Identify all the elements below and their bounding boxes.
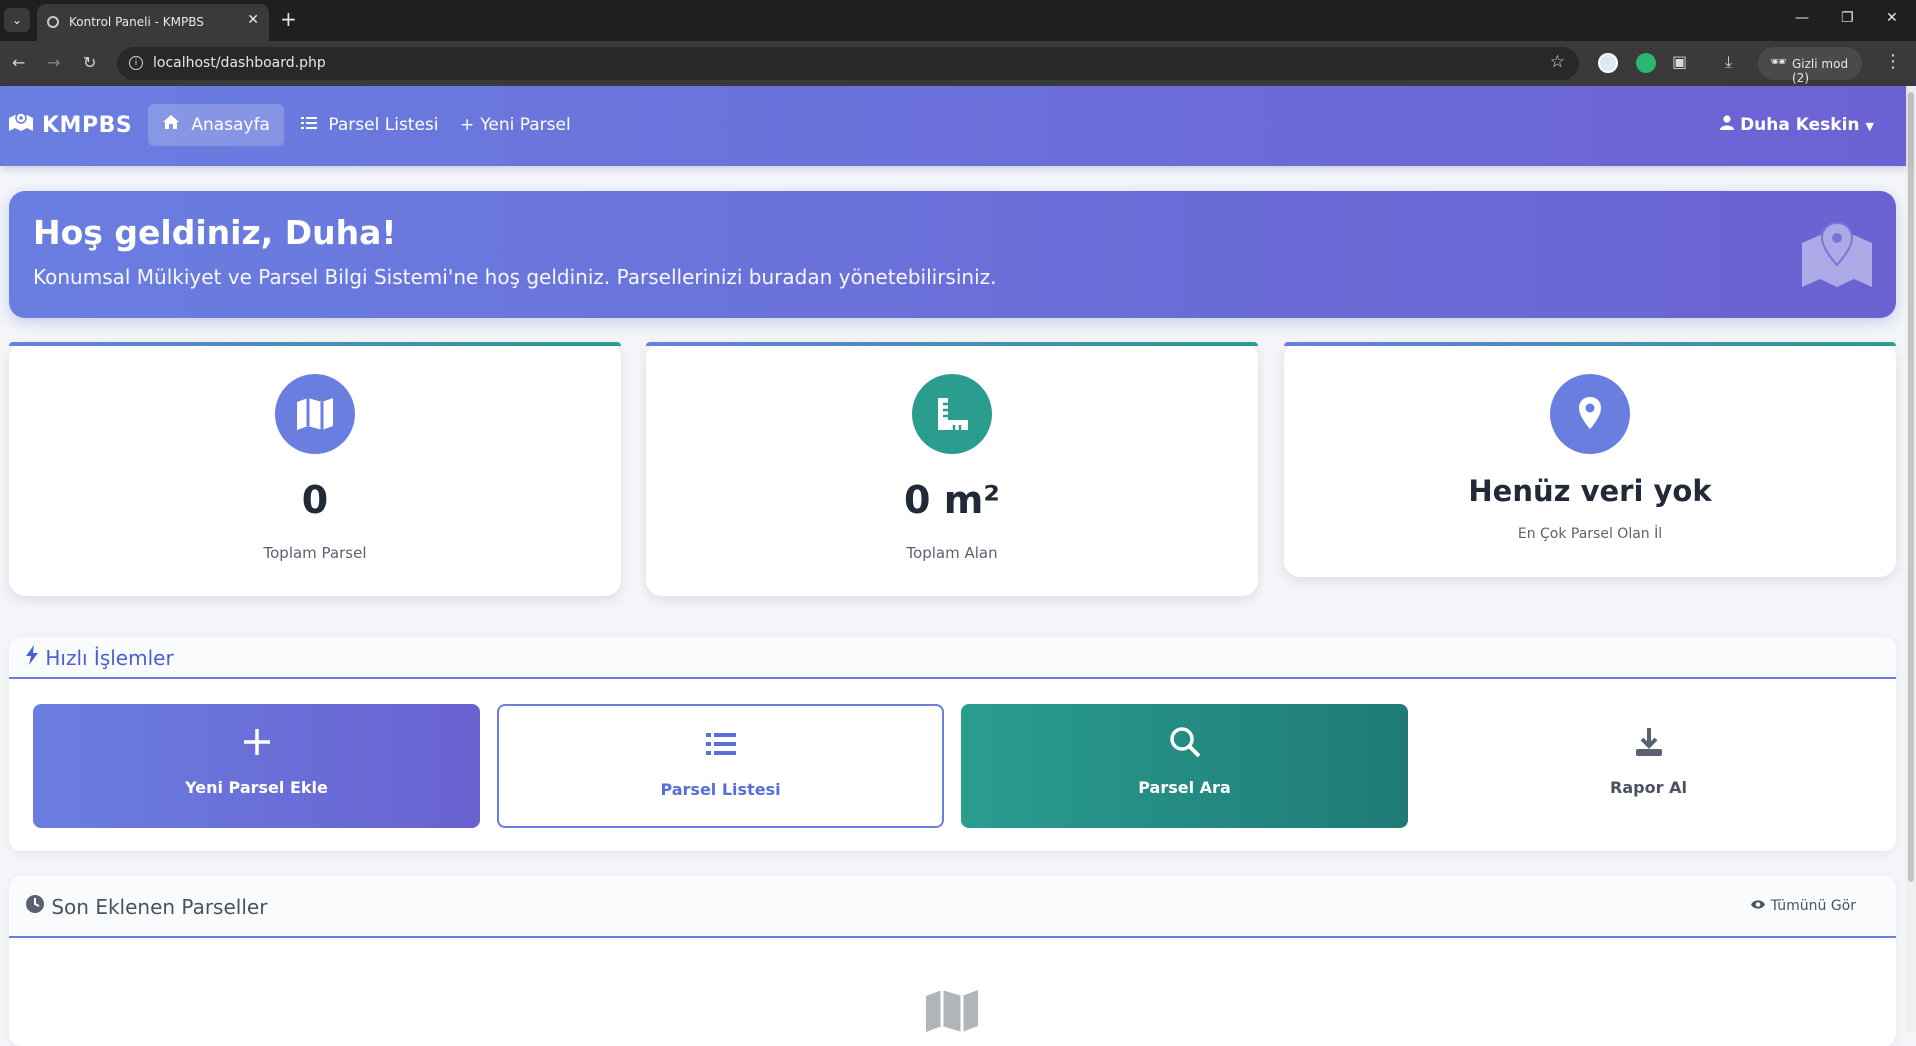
tab-title: Kontrol Paneli - KMPBS	[69, 15, 204, 29]
user-menu[interactable]: Duha Keskin ▼	[1720, 104, 1874, 146]
nav-new-parcel[interactable]: + Yeni Parsel	[446, 104, 585, 146]
bolt-icon	[25, 645, 45, 670]
parcel-list-button[interactable]: Parsel Listesi	[497, 704, 944, 828]
stat-icon-circle	[912, 374, 992, 454]
stat-card-top-province: Henüz veri yok En Çok Parsel Olan İl	[1284, 342, 1896, 577]
recent-parcels-panel: Son Eklenen Parseller Tümünü Gör	[9, 876, 1896, 1046]
report-button[interactable]: Rapor Al	[1425, 704, 1872, 828]
reload-icon[interactable]: ↻	[83, 53, 96, 72]
welcome-banner: Hoş geldiniz, Duha! Konumsal Mülkiyet ve…	[9, 191, 1896, 318]
add-parcel-button[interactable]: Yeni Parsel Ekle	[33, 704, 480, 828]
map-icon	[297, 398, 333, 430]
eye-icon	[1750, 898, 1770, 914]
see-all-link[interactable]: Tümünü Gör	[1750, 898, 1856, 914]
recent-parcels-header: Son Eklenen Parseller Tümünü Gör	[9, 876, 1896, 938]
minimize-icon[interactable]: —	[1795, 10, 1809, 26]
scrollbar-thumb[interactable]	[1908, 92, 1914, 882]
stat-label: Toplam Parsel	[263, 544, 367, 562]
stat-icon-circle	[275, 374, 355, 454]
nav-home-label: Anasayfa	[191, 115, 270, 135]
empty-map-icon	[924, 988, 980, 1038]
clock-icon	[25, 895, 51, 919]
download-icon[interactable]: ⤓	[1725, 52, 1732, 72]
user-icon	[1720, 115, 1740, 135]
location-pin-icon	[1579, 397, 1601, 429]
stat-value: Henüz veri yok	[1468, 474, 1712, 508]
bookmark-star-icon[interactable]: ☆	[1550, 52, 1565, 72]
search-parcel-label: Parsel Ara	[1138, 778, 1231, 797]
address-url[interactable]: localhost/dashboard.php	[153, 55, 326, 71]
welcome-title: Hoş geldiniz, Duha!	[33, 213, 397, 252]
home-icon	[162, 115, 185, 135]
download-icon	[1635, 728, 1662, 756]
stat-label: En Çok Parsel Olan İl	[1517, 526, 1663, 542]
restore-icon[interactable]: ❐	[1841, 10, 1854, 26]
plus-icon	[243, 729, 270, 755]
recent-parcels-title-text: Son Eklenen Parseller	[51, 895, 268, 919]
extension-translate-icon[interactable]	[1598, 53, 1618, 73]
site-info-icon[interactable]: i	[129, 56, 143, 70]
see-all-label: Tümünü Gör	[1770, 898, 1856, 914]
nav-new-parcel-label: Yeni Parsel	[480, 115, 571, 135]
brand-logo[interactable]: KMPBS	[8, 112, 132, 138]
incognito-badge[interactable]: 🕶 Gizli mod (2)	[1758, 47, 1862, 85]
extension-cursor-icon[interactable]	[1636, 53, 1656, 73]
parcel-list-label: Parsel Listesi	[660, 780, 781, 799]
window-close-icon[interactable]: ✕	[1886, 10, 1898, 26]
map-location-icon	[1800, 221, 1874, 289]
browser-toolbar: ← → ↻ i localhost/dashboard.php ☆ ▣ ⤓ 🕶 …	[0, 41, 1916, 86]
ruler-icon	[938, 398, 968, 430]
browser-menu-icon[interactable]: ⋮	[1884, 51, 1902, 72]
stat-label: Toplam Alan	[906, 544, 998, 562]
quick-actions-title: Hızlı İşlemler	[25, 645, 174, 670]
incognito-icon: 🕶	[1770, 55, 1787, 70]
browser-tab[interactable]: Kontrol Paneli - KMPBS ✕	[37, 4, 269, 41]
plus-icon: +	[460, 115, 475, 135]
quick-actions-header: Hızlı İşlemler	[9, 637, 1896, 679]
browser-tabstrip: ⌄ Kontrol Paneli - KMPBS ✕ + — ❐ ✕	[0, 0, 1916, 41]
search-parcel-button[interactable]: Parsel Ara	[961, 704, 1408, 828]
tab-list-chevron-icon[interactable]: ⌄	[4, 8, 30, 32]
forward-arrow-icon[interactable]: →	[47, 53, 60, 72]
chevron-down-icon: ▼	[1865, 120, 1874, 133]
stat-card-total-area: 0 m² Toplam Alan	[646, 342, 1258, 596]
page-scrollbar[interactable]	[1906, 86, 1916, 1032]
nav-parcel-list[interactable]: Parsel Listesi	[287, 104, 453, 146]
stat-value: 0	[301, 478, 329, 522]
extensions-puzzle-icon[interactable]: ▣	[1672, 52, 1687, 71]
quick-actions-panel: Hızlı İşlemler Yeni Parsel Ekle Parsel L…	[9, 637, 1896, 851]
globe-icon	[47, 16, 59, 28]
report-label: Rapor Al	[1610, 778, 1687, 797]
list-icon	[301, 115, 322, 135]
map-location-icon	[8, 112, 34, 137]
quick-actions-title-text: Hızlı İşlemler	[45, 646, 174, 670]
incognito-label: Gizli mod (2)	[1792, 57, 1849, 85]
new-tab-plus-icon[interactable]: +	[280, 8, 297, 30]
brand-name: KMPBS	[42, 113, 133, 138]
recent-parcels-title: Son Eklenen Parseller	[25, 894, 267, 919]
tab-close-icon[interactable]: ✕	[247, 12, 259, 28]
app-navbar: KMPBS Anasayfa Parsel Listesi + Yeni Pars…	[0, 86, 1906, 166]
nav-parcel-list-label: Parsel Listesi	[328, 115, 439, 135]
nav-home[interactable]: Anasayfa	[148, 104, 284, 146]
stat-value: 0 m²	[904, 478, 1000, 522]
welcome-subtitle: Konumsal Mülkiyet ve Parsel Bilgi Sistem…	[33, 265, 997, 289]
address-bar[interactable]: i localhost/dashboard.php ☆	[117, 47, 1579, 80]
back-arrow-icon[interactable]: ←	[12, 53, 25, 72]
list-icon	[705, 733, 736, 755]
add-parcel-label: Yeni Parsel Ekle	[185, 778, 328, 797]
user-name: Duha Keskin	[1740, 115, 1860, 135]
stat-card-total-parcels: 0 Toplam Parsel	[9, 342, 621, 596]
stat-icon-circle	[1550, 374, 1630, 454]
search-icon	[1169, 727, 1200, 758]
